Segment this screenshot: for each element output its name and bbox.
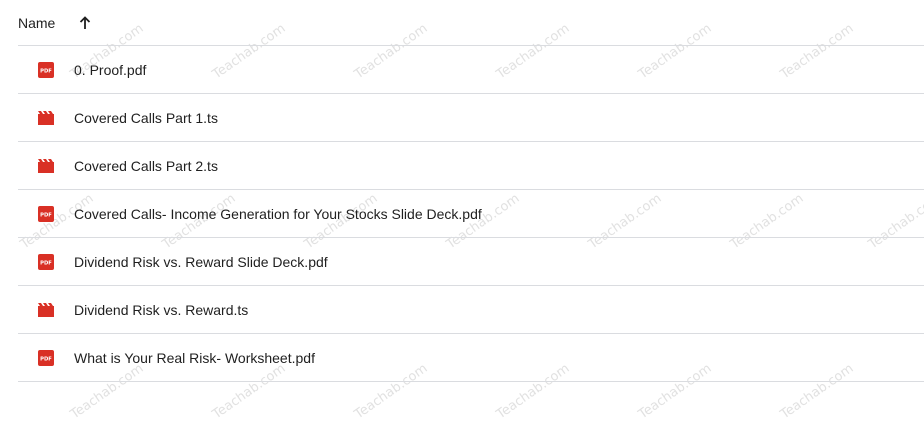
file-row[interactable]: PDF What is Your Real Risk- Worksheet.pd… <box>18 334 924 382</box>
file-name: Dividend Risk vs. Reward Slide Deck.pdf <box>74 253 328 270</box>
name-column-header[interactable]: Name <box>18 15 55 31</box>
svg-text:PDF: PDF <box>40 212 52 218</box>
file-row[interactable]: PDF Dividend Risk vs. Reward Slide Deck.… <box>18 238 924 286</box>
file-row[interactable]: PDF 0. Proof.pdf <box>18 46 924 94</box>
arrow-up-icon <box>80 15 91 29</box>
file-row[interactable]: Covered Calls Part 2.ts <box>18 142 924 190</box>
file-name: 0. Proof.pdf <box>74 61 147 78</box>
file-list: Name PDF 0. Proof.pdf Covered Calls Part… <box>18 0 924 382</box>
video-icon <box>38 158 54 174</box>
video-icon <box>38 302 54 318</box>
sort-ascending-button[interactable] <box>73 11 97 35</box>
file-name: Dividend Risk vs. Reward.ts <box>74 301 249 318</box>
list-header: Name <box>18 0 924 46</box>
svg-text:PDF: PDF <box>40 68 52 74</box>
video-icon <box>38 110 54 126</box>
pdf-icon: PDF <box>38 205 54 222</box>
pdf-icon: PDF <box>38 349 54 366</box>
pdf-icon: PDF <box>38 253 54 270</box>
svg-text:PDF: PDF <box>40 356 52 362</box>
file-name: Covered Calls- Income Generation for You… <box>74 205 482 222</box>
file-name: What is Your Real Risk- Worksheet.pdf <box>74 349 315 366</box>
file-row[interactable]: PDF Covered Calls- Income Generation for… <box>18 190 924 238</box>
pdf-icon: PDF <box>38 61 54 78</box>
file-name: Covered Calls Part 1.ts <box>74 109 218 126</box>
file-row[interactable]: Dividend Risk vs. Reward.ts <box>18 286 924 334</box>
file-row[interactable]: Covered Calls Part 1.ts <box>18 94 924 142</box>
file-name: Covered Calls Part 2.ts <box>74 157 218 174</box>
svg-text:PDF: PDF <box>40 260 52 266</box>
